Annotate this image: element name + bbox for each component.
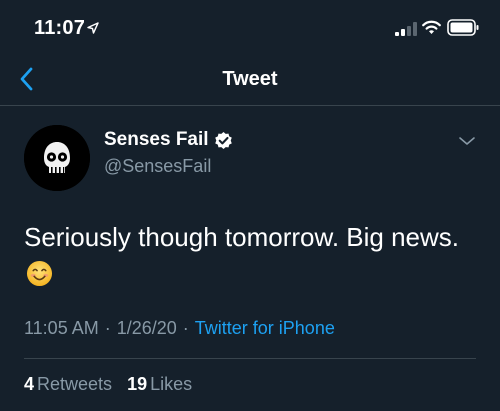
location-arrow-icon [87, 22, 99, 34]
verified-badge-icon [214, 131, 232, 149]
likes-count: 19 [127, 374, 148, 394]
cellular-signal-icon [395, 22, 417, 36]
smiling-face-icon [26, 260, 53, 287]
navigation-bar: Tweet [0, 52, 500, 106]
author-handle[interactable]: @SensesFail [104, 156, 211, 177]
tweet-date: 1/26/20 [116, 318, 177, 338]
retweets-label: Retweets [37, 374, 113, 394]
page-title: Tweet [222, 68, 278, 90]
retweets-stat[interactable]: 4 Retweets [24, 374, 112, 395]
status-bar: 11:07 [0, 0, 500, 52]
more-options-button[interactable] [458, 134, 476, 146]
retweets-count: 4 [24, 374, 35, 394]
stats-row: 4 Retweets 19 Likes [24, 374, 202, 395]
tweet-time: 11:05 AM [24, 318, 99, 338]
author-name-row[interactable]: Senses Fail [104, 129, 233, 151]
tweet-detail-screen: 11:07 Tweet Senses Fail @SensesFail Seri… [0, 0, 500, 411]
status-time: 11:07 [34, 17, 86, 39]
tweet-source-link[interactable]: Twitter for iPhone [195, 318, 335, 338]
skull-logo-icon [24, 125, 90, 191]
tweet-text: Seriously though tomorrow. Big news. [24, 222, 459, 252]
avatar[interactable] [24, 125, 90, 191]
battery-icon [447, 19, 479, 36]
tweet-meta: 11:05 AM · 1/26/20 · Twitter for iPhone [24, 318, 335, 339]
author-name[interactable]: Senses Fail [104, 129, 209, 151]
meta-separator: · [104, 318, 111, 338]
likes-stat[interactable]: 19 Likes [127, 374, 192, 395]
divider [24, 358, 476, 359]
wifi-icon [422, 20, 441, 34]
likes-label: Likes [150, 374, 193, 394]
meta-separator: · [182, 318, 189, 338]
chevron-down-icon [459, 137, 475, 145]
